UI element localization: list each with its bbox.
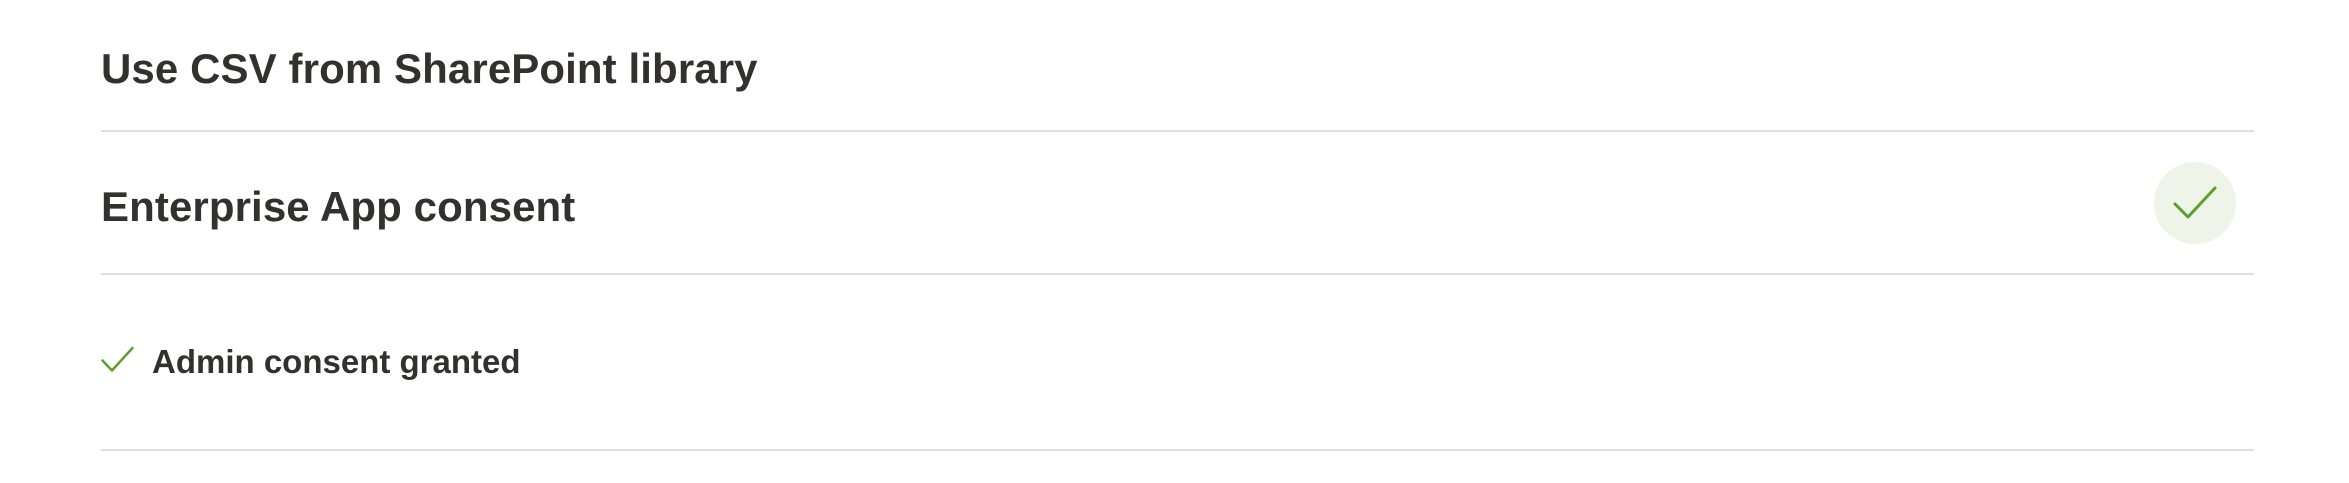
csv-sharepoint-section[interactable]: Use CSV from SharePoint library	[101, 0, 2254, 132]
checkmark-icon	[101, 346, 134, 374]
completed-checkmark-icon	[2154, 161, 2236, 244]
consent-status-text: Admin consent granted	[152, 343, 521, 380]
enterprise-app-consent-section[interactable]: Enterprise App consent	[101, 132, 2254, 275]
consent-status-row: Admin consent granted	[101, 275, 2254, 451]
csv-sharepoint-title: Use CSV from SharePoint library	[101, 45, 758, 92]
enterprise-app-consent-title: Enterprise App consent	[101, 182, 576, 230]
